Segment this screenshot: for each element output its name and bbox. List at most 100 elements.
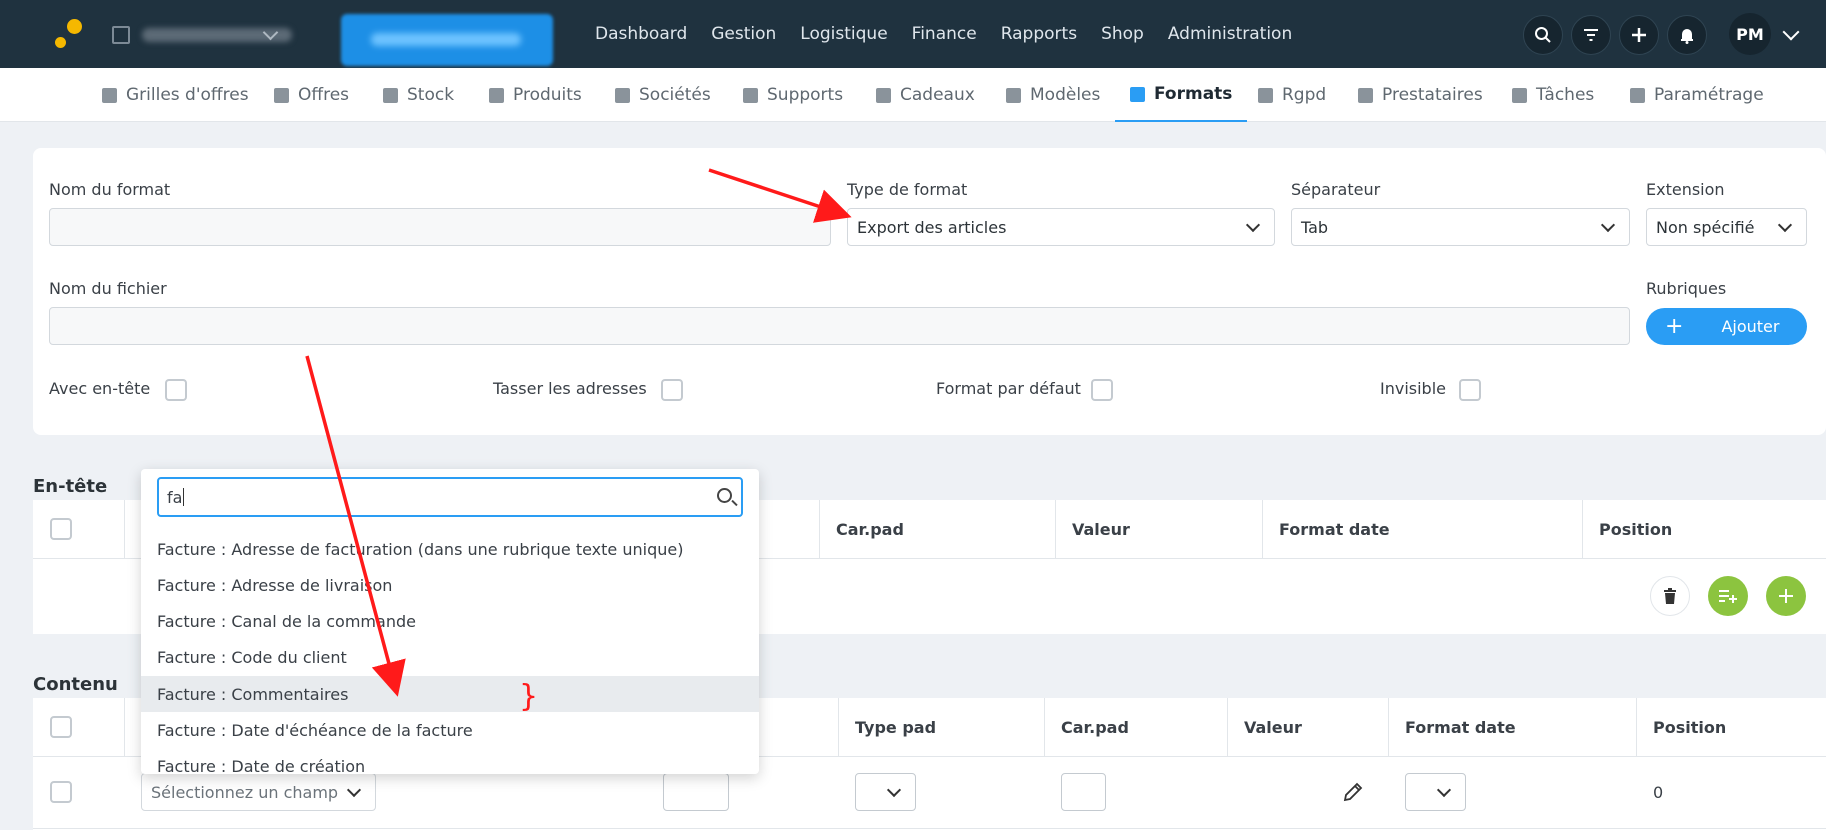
invisible-checkbox[interactable] [1459,379,1481,401]
contenu-col-type-pad[interactable]: Type pad [855,718,936,737]
bell-icon [1681,29,1693,44]
nom-format-label: Nom du format [49,180,171,199]
entete-col-carpad[interactable]: Car.pad [836,520,904,539]
dropdown-option[interactable]: Facture : Canal de la commande [141,603,759,639]
add-row-button[interactable] [1766,576,1806,616]
tab-taches[interactable]: Tâches [1512,68,1594,122]
extension-label: Extension [1646,180,1725,199]
user-avatar[interactable]: PM [1729,13,1771,55]
row-checkbox[interactable] [50,781,72,803]
building-icon [112,26,130,44]
chevron-down-icon [1436,782,1452,798]
company-selector[interactable] [112,22,292,48]
nav-rapports[interactable]: Rapports [1001,24,1077,44]
nav-shop[interactable]: Shop [1101,24,1144,44]
nav-dashboard[interactable]: Dashboard [595,24,687,44]
app-logo[interactable] [50,17,84,51]
plus-icon [1632,28,1646,42]
tab-grilles-offres[interactable]: Grilles d'offres [102,68,249,122]
chevron-down-icon [1245,217,1261,233]
rubriques-label: Rubriques [1646,279,1727,298]
contenu-select-all-checkbox[interactable] [50,716,72,738]
nom-fichier-input[interactable] [49,307,1630,345]
tab-produits[interactable]: Produits [489,68,582,122]
avec-entete-checkbox[interactable] [165,379,187,401]
longueur-input[interactable] [663,773,729,811]
entete-col-format-date[interactable]: Format date [1279,520,1390,539]
contenu-col-position[interactable]: Position [1653,718,1726,737]
delete-button[interactable] [1650,576,1690,616]
contenu-col-valeur[interactable]: Valeur [1244,718,1302,737]
col-divider [1044,698,1045,756]
notifications-button[interactable] [1667,15,1707,55]
tab-cadeaux[interactable]: Cadeaux [876,68,975,122]
col-divider [1388,698,1389,756]
plus-icon: + [1665,313,1684,339]
search-icon [1535,27,1551,43]
grid-icon [102,87,117,103]
tab-supports[interactable]: Supports [743,68,843,122]
col-divider [819,500,820,558]
dropdown-option-highlighted[interactable]: Facture : Commentaires [141,676,759,712]
gear-icon [1630,87,1645,103]
main-nav: Dashboard Gestion Logistique Finance Rap… [595,0,1292,68]
tab-stock[interactable]: Stock [383,68,454,122]
nav-administration[interactable]: Administration [1168,24,1292,44]
nav-finance[interactable]: Finance [912,24,977,44]
tab-rgpd[interactable]: Rgpd [1258,68,1326,122]
entete-select-all-checkbox[interactable] [50,518,72,540]
playlist-add-icon [1719,590,1737,603]
chevron-down-icon[interactable] [1782,23,1800,41]
nav-logistique[interactable]: Logistique [800,24,887,44]
nom-format-input[interactable] [49,208,831,246]
champ-select[interactable]: Sélectionnez un champ [141,773,376,811]
entete-col-valeur[interactable]: Valeur [1072,520,1130,539]
create-button[interactable] [1619,15,1659,55]
tab-parametrage[interactable]: Paramétrage [1630,68,1764,122]
dropdown-option[interactable]: Facture : Date de création [141,748,759,775]
position-value: 0 [1653,783,1664,802]
carpad-input[interactable] [1061,773,1106,811]
pencil-icon[interactable] [1342,781,1364,803]
dropdown-search-input[interactable]: fa [157,477,743,517]
tab-formats[interactable]: Formats [1115,68,1248,122]
search-icon [717,488,732,503]
tasser-adresses-label: Tasser les adresses [493,379,647,398]
dropdown-option[interactable]: Facture : Adresse de facturation (dans u… [141,531,759,567]
add-row-list-button[interactable] [1708,576,1748,616]
filter-button[interactable] [1571,15,1611,55]
cart-icon [489,87,504,103]
field-search-dropdown: fa Facture : Adresse de facturation (dan… [141,469,759,774]
tab-prestataires[interactable]: Prestataires [1358,68,1483,122]
dropdown-option[interactable]: Facture : Code du client [141,639,759,675]
tab-offres[interactable]: Offres [274,68,349,122]
tab-societes[interactable]: Sociétés [615,68,711,122]
avec-entete-label: Avec en-tête [49,379,151,398]
search-button[interactable] [1523,15,1563,55]
chevron-down-icon [886,782,902,798]
type-format-select[interactable]: Export des articles [847,208,1275,246]
format-date-select[interactable] [1405,773,1466,811]
col-divider [1227,698,1228,756]
extension-select[interactable]: Non spécifié [1646,208,1807,246]
brand-badge-blurred[interactable] [341,14,553,66]
col-divider [1055,500,1056,558]
format-defaut-checkbox[interactable] [1091,379,1113,401]
tasser-adresses-checkbox[interactable] [661,379,683,401]
contenu-col-format-date[interactable]: Format date [1405,718,1516,737]
format-defaut-label: Format par défaut [936,379,1081,398]
contenu-section-title: Contenu [33,674,118,695]
download-icon [1358,87,1373,103]
ajouter-button[interactable]: + Ajouter [1646,308,1807,345]
tab-modeles[interactable]: Modèles [1006,68,1100,122]
entete-col-position[interactable]: Position [1599,520,1672,539]
dropdown-option[interactable]: Facture : Date d'échéance de la facture [141,712,759,748]
nav-gestion[interactable]: Gestion [711,24,776,44]
contenu-col-carpad[interactable]: Car.pad [1061,718,1129,737]
separateur-select[interactable]: Tab [1291,208,1630,246]
dropdown-option[interactable]: Facture : Adresse de livraison [141,567,759,603]
sub-nav: Grilles d'offres Offres Stock Produits S… [0,68,1826,122]
col-divider [124,500,125,558]
chevron-down-icon [1600,217,1616,233]
type-pad-select[interactable] [855,773,916,811]
